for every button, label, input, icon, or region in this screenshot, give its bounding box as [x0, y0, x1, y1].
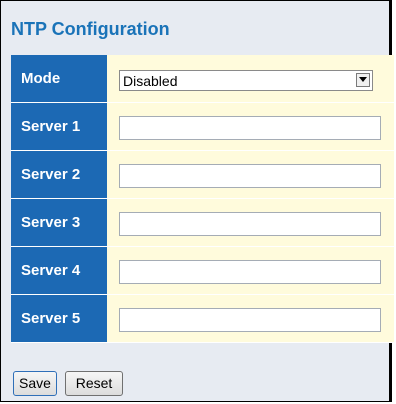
server-5-label: Server 5	[11, 295, 107, 343]
mode-value-cell: Disabled	[107, 55, 394, 103]
mode-label: Mode	[11, 55, 107, 103]
server-3-row: Server 3	[11, 199, 394, 247]
server-3-value-cell	[107, 199, 394, 247]
page-title: NTP Configuration	[11, 19, 170, 39]
ntp-config-panel: NTP Configuration Mode Disabled Server 1	[0, 0, 394, 402]
server-1-label: Server 1	[11, 103, 107, 151]
server-4-value-cell	[107, 247, 394, 295]
server-1-input[interactable]	[119, 116, 381, 140]
mode-select[interactable]: Disabled	[119, 70, 373, 91]
server-1-value-cell	[107, 103, 394, 151]
ntp-config-table: Mode Disabled Server 1 Server 2 Server 3…	[11, 55, 394, 343]
mode-select-value: Disabled	[123, 73, 178, 89]
server-3-label: Server 3	[11, 199, 107, 247]
server-1-row: Server 1	[11, 103, 394, 151]
server-2-value-cell	[107, 151, 394, 199]
save-button[interactable]: Save	[13, 371, 57, 396]
reset-button[interactable]: Reset	[65, 371, 123, 396]
mode-row: Mode Disabled	[11, 55, 394, 103]
server-3-input[interactable]	[119, 212, 381, 236]
server-4-input[interactable]	[119, 260, 381, 284]
server-2-row: Server 2	[11, 151, 394, 199]
server-5-value-cell	[107, 295, 394, 343]
chevron-down-icon[interactable]	[356, 73, 370, 87]
server-4-label: Server 4	[11, 247, 107, 295]
server-2-input[interactable]	[119, 164, 381, 188]
server-2-label: Server 2	[11, 151, 107, 199]
server-5-row: Server 5	[11, 295, 394, 343]
server-5-input[interactable]	[119, 308, 381, 332]
server-4-row: Server 4	[11, 247, 394, 295]
